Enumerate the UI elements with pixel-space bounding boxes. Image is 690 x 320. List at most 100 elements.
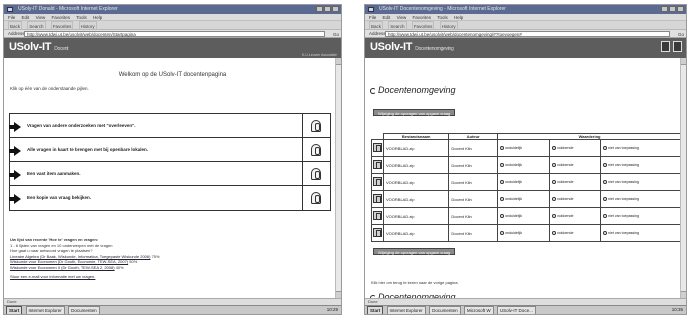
maximize-button[interactable]: [324, 6, 331, 12]
menu-help[interactable]: Help: [93, 15, 102, 20]
radio-button[interactable]: [500, 214, 505, 219]
taskbar: Start Internet Explorer Documenten Micro…: [365, 305, 686, 314]
vertical-scrollbar[interactable]: [335, 58, 341, 298]
radio-button[interactable]: [603, 180, 608, 185]
option-cell: niet van toepassing: [600, 173, 682, 191]
menu-tools[interactable]: Tools: [437, 15, 448, 20]
taskbar-item[interactable]: Documenten: [429, 306, 461, 314]
ear-icon[interactable]: [311, 144, 321, 156]
radio-button[interactable]: [551, 146, 556, 151]
download-icon[interactable]: [373, 194, 382, 203]
maximize-button[interactable]: [669, 6, 676, 12]
radio-button[interactable]: [500, 180, 505, 185]
ear-icon[interactable]: [311, 168, 321, 180]
ear-icon[interactable]: [311, 120, 321, 132]
section-bar[interactable]: Wijziging de opvragen van opgave vraag: [373, 109, 456, 116]
ear-icon[interactable]: [311, 192, 321, 204]
start-button[interactable]: Start: [6, 306, 23, 314]
user-icon[interactable]: [661, 41, 670, 52]
radio-button[interactable]: [500, 197, 505, 202]
taskbar-item[interactable]: Internet Explorer: [25, 306, 65, 314]
menu-favorites[interactable]: Favorites: [52, 15, 71, 20]
menu-help[interactable]: Help: [454, 15, 463, 20]
left-browser-window: USoly-IT Donald - Microsoft Internet Exp…: [3, 4, 342, 315]
start-button[interactable]: Start: [367, 306, 384, 314]
menu-file[interactable]: File: [8, 15, 15, 20]
menu-view[interactable]: View: [36, 15, 46, 20]
download-icon[interactable]: [373, 211, 382, 220]
option-label: niet van toepassing: [608, 162, 639, 167]
radio-button[interactable]: [500, 231, 505, 236]
option-label: voldoende: [556, 213, 574, 218]
menu-view[interactable]: View: [397, 15, 407, 20]
radio-button[interactable]: [551, 197, 556, 202]
option-cell: voldoende: [548, 173, 602, 191]
radio-button[interactable]: [500, 163, 505, 168]
taskbar-item[interactable]: Microsoft W: [463, 306, 494, 314]
browser-icon: [368, 7, 374, 12]
arrow-right-icon[interactable]: [9, 146, 21, 156]
radio-button[interactable]: [551, 180, 556, 185]
row-icon-cell: [371, 139, 384, 157]
close-button[interactable]: [332, 6, 339, 12]
taskbar-item[interactable]: Documenten: [68, 306, 100, 314]
course-link[interactable]: Wiskunde voor Economen (Dr Gooth, Econom…: [10, 259, 128, 264]
radio-button[interactable]: [603, 197, 608, 202]
site-banner: USolv-IT Docent K.U.Leuven Associatie: [4, 38, 341, 58]
arrow-right-icon[interactable]: [9, 194, 21, 204]
menu-file[interactable]: File: [369, 15, 376, 20]
course-percent: 75%: [151, 253, 160, 259]
radio-button[interactable]: [500, 146, 505, 151]
radio-button[interactable]: [603, 214, 608, 219]
radio-button[interactable]: [603, 146, 608, 151]
radio-button[interactable]: [603, 163, 608, 168]
status-bar: Done: [365, 298, 686, 305]
file-cell: VOORBLAD.zip: [382, 156, 450, 174]
bottom-section-bar[interactable]: Wijziging de opvragen van opgave vraag: [373, 248, 456, 255]
course-link[interactable]: Lineaire Algebra (Dr Baak, Wiskunde, Inf…: [10, 254, 150, 259]
table-row: VOORBLAD.zip Docent Klin onduidelijk vol…: [371, 173, 682, 191]
taskbar-clock: 10:29: [326, 307, 338, 312]
radio-button[interactable]: [603, 231, 608, 236]
arrow-right-icon[interactable]: [9, 170, 21, 180]
taskbar-item[interactable]: USolv-IT Doce...: [496, 306, 536, 314]
radio-button[interactable]: [551, 214, 556, 219]
download-icon[interactable]: [373, 143, 382, 152]
radio-button[interactable]: [551, 231, 556, 236]
address-input[interactable]: http://www.tdwi.ut.be/usolvit/web/docent…: [385, 31, 670, 37]
course-link[interactable]: Wiskunde voor Economen II (Dr Gooth, TEW…: [10, 265, 115, 270]
option-cell: niet van toepassing: [600, 190, 682, 208]
question-row[interactable]: Vragen van andere onderzoeken met "overl…: [9, 114, 330, 138]
question-row[interactable]: Een vast item aanmaken.: [9, 162, 330, 186]
radio-button[interactable]: [551, 163, 556, 168]
question-row[interactable]: Een kopie van vraag bekijken.: [9, 186, 330, 210]
mail-link[interactable]: Stuur een e-mail voor informatie met uw …: [10, 274, 95, 279]
back-note[interactable]: Klik hier om terug te keren naar de vori…: [371, 280, 459, 285]
site-logo[interactable]: USolv-IT Docent: [9, 41, 69, 53]
taskbar-item[interactable]: Internet Explorer: [386, 306, 426, 314]
welcome-heading: Welkom op de USolv-IT docentenpagina: [118, 72, 227, 78]
option-label: onduidelijk: [505, 145, 523, 150]
minimize-button[interactable]: [661, 6, 668, 12]
download-icon[interactable]: [373, 160, 382, 169]
close-button[interactable]: [677, 6, 684, 12]
file-cell: VOORBLAD.zip: [382, 190, 450, 208]
download-icon[interactable]: [373, 177, 382, 186]
minimize-button[interactable]: [316, 6, 323, 12]
menu-tools[interactable]: Tools: [76, 15, 87, 20]
arrow-right-icon[interactable]: [9, 122, 21, 132]
vertical-scrollbar[interactable]: [680, 58, 686, 298]
option-cell: onduidelijk: [497, 190, 550, 208]
site-logo[interactable]: USolv-IT Docentenomgeving: [370, 41, 454, 53]
download-icon[interactable]: [373, 228, 382, 237]
menu-edit[interactable]: Edit: [383, 15, 391, 20]
menu-favorites[interactable]: Favorites: [413, 15, 432, 20]
menu-edit[interactable]: Edit: [22, 15, 30, 20]
window-title: USolv-IT Docentenomgeving - Microsoft In…: [379, 6, 506, 12]
settings-icon[interactable]: [673, 41, 682, 52]
question-row[interactable]: Alle vragen in kaart te brengen met bij …: [9, 138, 330, 162]
option-label: onduidelijk: [505, 179, 523, 184]
address-input[interactable]: http://www.tdwi.ut.be/usolvit/web/docent…: [24, 31, 325, 37]
logo-subtitle: Docentenomgeving: [415, 46, 454, 52]
option-label: niet van toepassing: [608, 145, 639, 150]
